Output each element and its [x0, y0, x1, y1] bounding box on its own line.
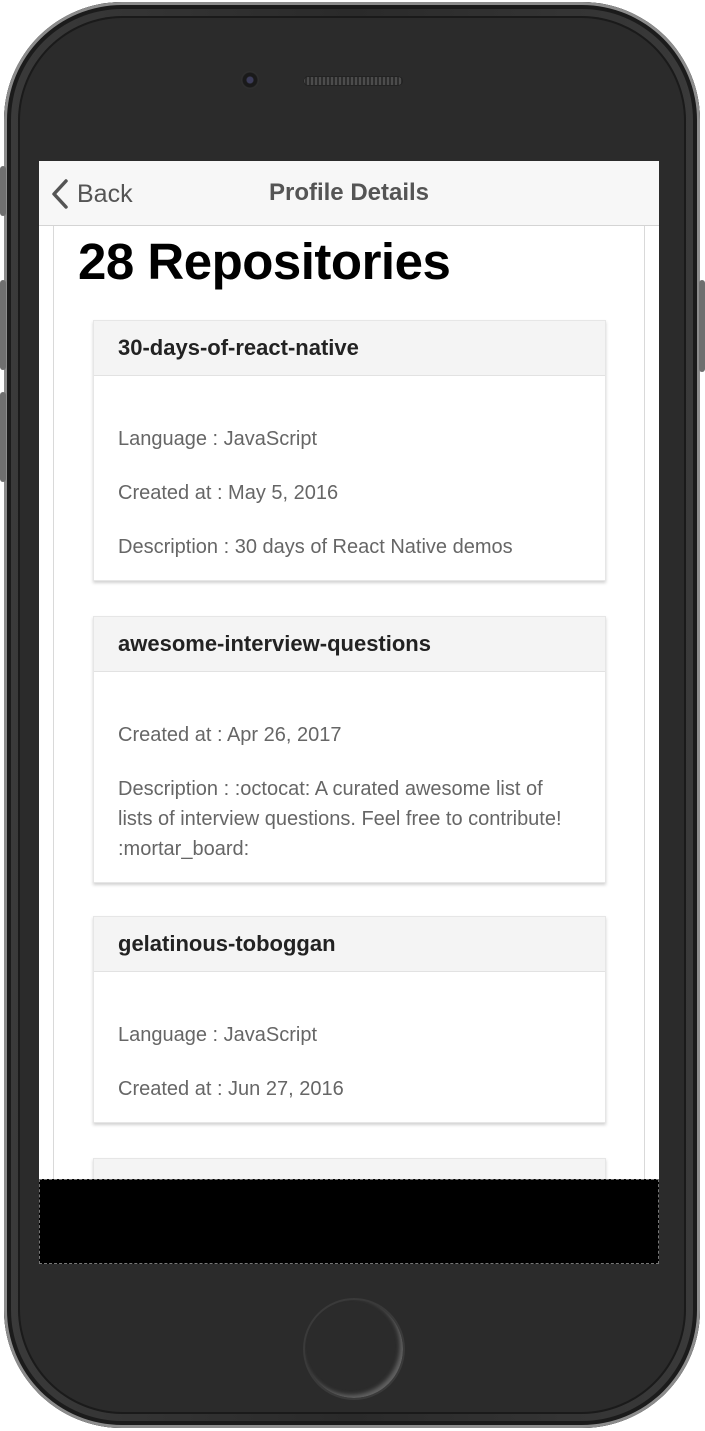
repo-card-partial[interactable]	[93, 1158, 606, 1179]
repo-name: gelatinous-toboggan	[94, 917, 605, 972]
repository-list[interactable]: 28 Repositories 30-days-of-react-native …	[53, 226, 645, 1179]
phone-power-button	[699, 280, 705, 372]
front-camera	[241, 71, 259, 89]
repo-language: Language : JavaScript	[118, 1024, 318, 1046]
repo-created: Created at : Jun 27, 2016	[118, 1078, 344, 1100]
repo-name: 30-days-of-react-native	[94, 321, 605, 376]
app-screen: Back Profile Details 28 Repositories 30-…	[39, 161, 659, 1264]
phone-volume-up	[0, 280, 6, 370]
repo-details: Created at : Apr 26, 2017 Description : …	[94, 672, 605, 882]
repo-card[interactable]: awesome-interview-questions Created at :…	[93, 616, 606, 883]
repo-language: Language : JavaScript	[118, 428, 318, 450]
repo-details: Language : JavaScript Created at : Jun 2…	[94, 972, 605, 1122]
phone-volume-down	[0, 392, 6, 482]
repo-description: Description : 30 days of React Native de…	[118, 536, 513, 558]
repo-created: Created at : May 5, 2016	[118, 482, 339, 504]
repo-name-placeholder	[94, 1159, 605, 1179]
repo-card[interactable]: 30-days-of-react-native Language : JavaS…	[93, 320, 606, 581]
phone-mute-switch	[0, 166, 6, 216]
nav-title: Profile Details	[268, 179, 430, 206]
page-title: 28 Repositories	[78, 233, 451, 290]
repo-description: Description : :octocat: A curated awesom…	[118, 778, 562, 860]
repo-created: Created at : Apr 26, 2017	[118, 724, 342, 746]
navigation-bar: Back Profile Details	[39, 161, 659, 226]
repo-card[interactable]: gelatinous-toboggan Language : JavaScrip…	[93, 916, 606, 1123]
home-button[interactable]	[303, 1298, 405, 1400]
repo-name: awesome-interview-questions	[94, 617, 605, 672]
earpiece-speaker	[303, 76, 403, 86]
repo-details: Language : JavaScript Created at : May 5…	[94, 376, 605, 580]
bottom-placeholder-bar	[39, 1179, 659, 1264]
